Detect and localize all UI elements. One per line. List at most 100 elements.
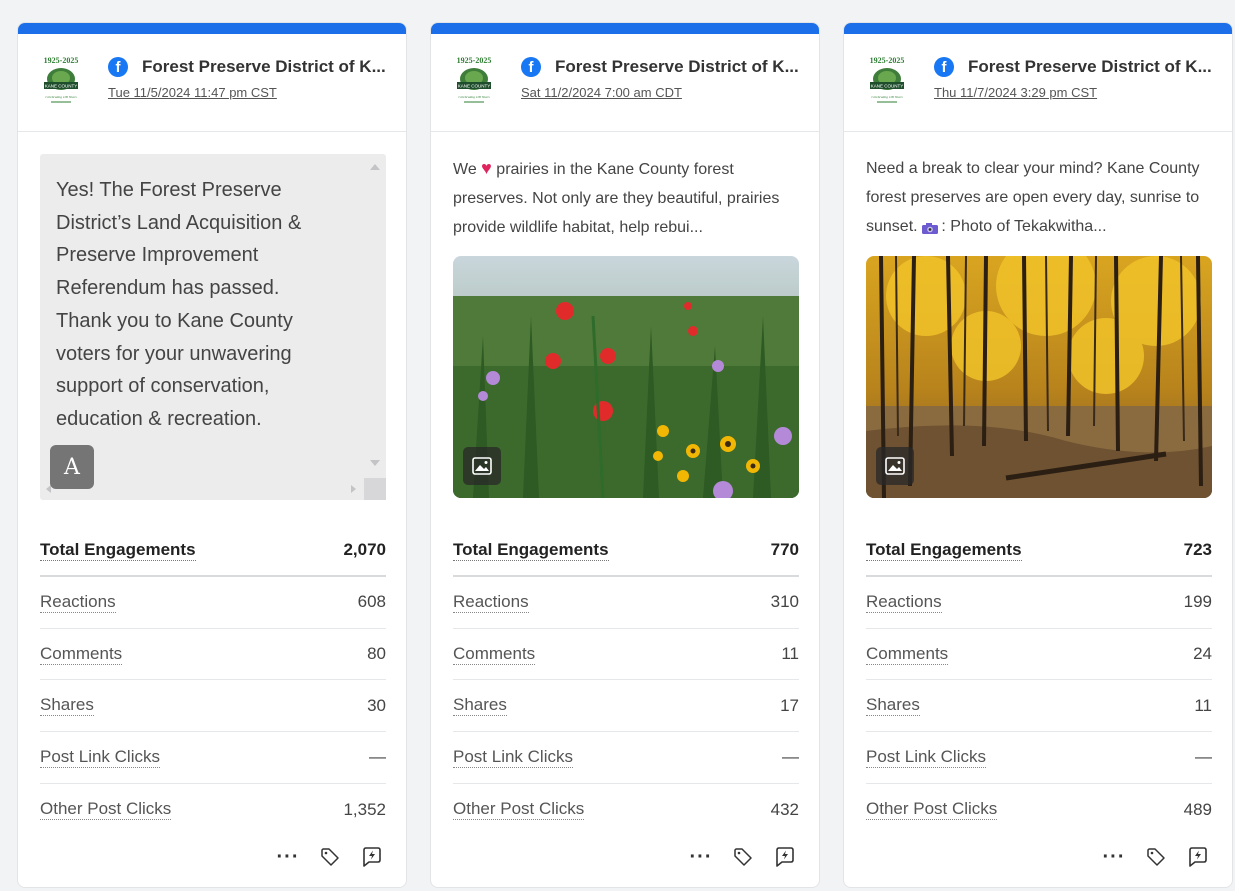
metric-post-link-clicks: Post Link Clicks —: [866, 732, 1212, 784]
camera-icon: [922, 220, 941, 234]
metric-value: 608: [357, 592, 386, 612]
post-body: Yes! The Forest Preserve District’s Land…: [18, 132, 406, 518]
metric-value: 432: [770, 799, 799, 819]
tag-icon[interactable]: [731, 845, 755, 869]
metric-value: 11: [1194, 695, 1212, 715]
metric-label[interactable]: Shares: [866, 695, 920, 717]
metric-reactions: Reactions 608: [40, 577, 386, 629]
card-actions: ···: [689, 845, 797, 869]
metric-total-engagements: Total Engagements 2,070: [40, 521, 386, 577]
vertical-scrollbar[interactable]: [364, 154, 386, 500]
kane-county-logo: 1925-2025 KANE COUNTY Celebrating 100 Ye…: [870, 56, 905, 103]
scrollbar-corner: [364, 478, 386, 500]
metric-label[interactable]: Comments: [40, 644, 123, 665]
image-icon: [876, 447, 914, 485]
metric-label[interactable]: Post Link Clicks: [866, 747, 986, 768]
post-date-link[interactable]: Thu 11/7/2024 3:29 pm CST: [934, 85, 1097, 100]
more-icon[interactable]: ···: [276, 845, 300, 869]
metric-shares: Shares 11: [866, 680, 1212, 733]
post-date-link[interactable]: Sat 11/2/2024 7:00 am CDT: [521, 85, 682, 100]
kane-county-logo: 1925-2025 KANE COUNTY Celebrating 100 Ye…: [457, 56, 492, 103]
facebook-icon: f: [934, 57, 954, 77]
facebook-icon: f: [521, 57, 541, 77]
metric-label[interactable]: Post Link Clicks: [453, 747, 573, 768]
metric-label[interactable]: Other Post Clicks: [40, 799, 172, 821]
metric-other-post-clicks: Other Post Clicks 432: [453, 784, 799, 836]
boost-icon[interactable]: [1186, 845, 1210, 869]
page-name[interactable]: Forest Preserve District of K...: [555, 57, 799, 77]
svg-text:1925-2025: 1925-2025: [870, 56, 905, 65]
metric-label[interactable]: Post Link Clicks: [40, 747, 160, 768]
metric-value: 1,352: [343, 799, 386, 819]
metric-comments: Comments 11: [453, 629, 799, 681]
image-icon: [463, 447, 501, 485]
post-date-link[interactable]: Tue 11/5/2024 11:47 pm CST: [108, 85, 277, 100]
boost-icon[interactable]: [773, 845, 797, 869]
card-accent-bar: [844, 23, 1232, 34]
svg-text:KANE COUNTY: KANE COUNTY: [45, 84, 78, 89]
caption-text: : Photo of Tekakwitha...: [941, 218, 1107, 235]
card-actions: ···: [1102, 845, 1210, 869]
scroll-right-icon[interactable]: [351, 485, 356, 493]
metric-label[interactable]: Reactions: [866, 592, 942, 613]
svg-text:1925-2025: 1925-2025: [44, 56, 79, 65]
kane-county-logo: 1925-2025 KANE COUNTY Celebrating 100 Ye…: [44, 56, 79, 103]
metric-value: 17: [780, 695, 799, 715]
metric-label[interactable]: Reactions: [40, 592, 116, 613]
tag-icon[interactable]: [1144, 845, 1168, 869]
page-name[interactable]: Forest Preserve District of K...: [142, 57, 386, 77]
metric-total-engagements: Total Engagements 770: [453, 521, 799, 577]
metric-label[interactable]: Total Engagements: [40, 540, 196, 561]
svg-text:1925-2025: 1925-2025: [457, 56, 492, 65]
metric-label[interactable]: Comments: [453, 644, 536, 665]
metric-comments: Comments 80: [40, 629, 386, 681]
scroll-up-icon[interactable]: [370, 164, 380, 170]
metric-value: 11: [781, 644, 799, 664]
metric-label[interactable]: Other Post Clicks: [866, 799, 998, 821]
metric-label[interactable]: Other Post Clicks: [453, 799, 585, 821]
metric-label[interactable]: Shares: [453, 695, 507, 717]
metric-total-engagements: Total Engagements 723: [866, 521, 1212, 577]
post-card-1[interactable]: 1925-2025 KANE COUNTY Celebrating 100 Ye…: [17, 22, 407, 888]
metric-reactions: Reactions 199: [866, 577, 1212, 629]
metric-other-post-clicks: Other Post Clicks 1,352: [40, 784, 386, 836]
svg-text:KANE COUNTY: KANE COUNTY: [458, 84, 491, 89]
metric-label[interactable]: Shares: [40, 695, 94, 717]
post-header: 1925-2025 KANE COUNTY Celebrating 100 Ye…: [431, 34, 819, 132]
metrics-table: Total Engagements 723 Reactions 199 Comm…: [866, 521, 1212, 835]
metric-post-link-clicks: Post Link Clicks —: [40, 732, 386, 784]
card-actions: ···: [276, 845, 384, 869]
boost-icon[interactable]: [360, 845, 384, 869]
heart-icon: ♥: [481, 158, 492, 178]
post-photo[interactable]: [866, 256, 1212, 498]
post-text-box[interactable]: Yes! The Forest Preserve District’s Land…: [40, 154, 386, 500]
metric-label[interactable]: Reactions: [453, 592, 529, 613]
card-accent-bar: [431, 23, 819, 34]
metric-value: —: [782, 747, 799, 767]
metric-label[interactable]: Comments: [866, 644, 949, 665]
metrics-table: Total Engagements 770 Reactions 310 Comm…: [453, 521, 799, 835]
metric-shares: Shares 30: [40, 680, 386, 733]
svg-text:Celebrating 100 Years: Celebrating 100 Years: [45, 95, 77, 99]
post-card-2[interactable]: 1925-2025 KANE COUNTY Celebrating 100 Ye…: [430, 22, 820, 888]
metric-value: 310: [770, 592, 799, 612]
scroll-down-icon[interactable]: [370, 460, 380, 466]
metric-value: 80: [367, 644, 386, 664]
more-icon[interactable]: ···: [689, 845, 713, 869]
post-body: Need a break to clear your mind? Kane Co…: [844, 132, 1232, 518]
metric-post-link-clicks: Post Link Clicks —: [453, 732, 799, 784]
tag-icon[interactable]: [318, 845, 342, 869]
more-icon[interactable]: ···: [1102, 845, 1126, 869]
post-caption: Need a break to clear your mind? Kane Co…: [866, 154, 1214, 242]
svg-text:Celebrating 100 Years: Celebrating 100 Years: [871, 95, 903, 99]
metric-label[interactable]: Total Engagements: [453, 540, 609, 561]
metric-value: 199: [1183, 592, 1212, 612]
metric-shares: Shares 17: [453, 680, 799, 733]
metric-label[interactable]: Total Engagements: [866, 540, 1022, 561]
post-card-3[interactable]: 1925-2025 KANE COUNTY Celebrating 100 Ye…: [843, 22, 1233, 888]
page-name[interactable]: Forest Preserve District of K...: [968, 57, 1212, 77]
caption-text: We: [453, 161, 477, 178]
metric-value: 489: [1183, 799, 1212, 819]
post-photo[interactable]: [453, 256, 799, 498]
metric-reactions: Reactions 310: [453, 577, 799, 629]
